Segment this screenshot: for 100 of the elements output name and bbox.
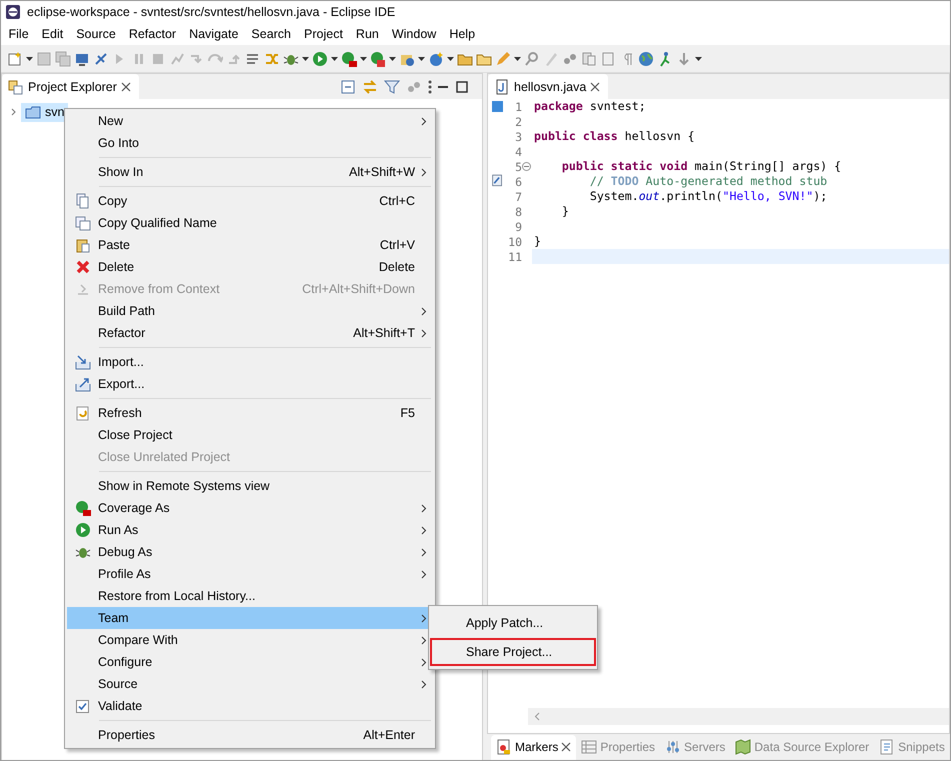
menu-item[interactable]: Run As — [67, 519, 433, 541]
import-icon — [74, 354, 90, 370]
menu-item[interactable]: Coverage As — [67, 497, 433, 519]
close-icon[interactable] — [590, 82, 600, 92]
dropdown-caret-icon[interactable] — [360, 56, 367, 60]
menu-item[interactable]: Close Project — [67, 424, 433, 446]
menu-item[interactable]: Copy Qualified Name — [67, 212, 433, 234]
menu-item[interactable]: Window — [385, 27, 443, 41]
menu-item[interactable]: Build Path — [67, 300, 433, 322]
menu-item[interactable]: Delete Delete — [67, 256, 433, 278]
more-options-icon[interactable] — [428, 80, 432, 94]
table-icon — [581, 739, 598, 755]
copy-icon — [74, 193, 90, 209]
line-number: 3 — [514, 130, 522, 144]
menu-item[interactable]: Debug As — [67, 541, 433, 563]
view-tab[interactable]: Project Explorer — [2, 74, 139, 99]
menu-item[interactable]: Import... — [67, 351, 433, 373]
menu-item[interactable]: Search — [244, 27, 298, 41]
new-class-icon — [428, 50, 444, 66]
coverage-icon — [341, 50, 357, 66]
refresh-icon — [74, 405, 90, 421]
line-number: 1 — [514, 100, 522, 114]
java-file-icon — [494, 78, 510, 94]
dropdown-caret-icon[interactable] — [331, 56, 338, 60]
view-tab[interactable]: Markers — [491, 734, 576, 760]
line-number: 5 — [514, 160, 522, 174]
line-number: 4 — [514, 144, 522, 158]
copy-icon — [74, 215, 90, 231]
menu-item[interactable]: Validate — [67, 695, 433, 717]
minimize-icon[interactable] — [438, 86, 448, 88]
close-icon[interactable] — [561, 742, 572, 752]
line-number: 2 — [514, 114, 522, 128]
line-number: 8 — [514, 204, 522, 218]
code-line: } — [533, 234, 542, 249]
eclipse-logo-icon — [5, 4, 21, 20]
dropdown-caret-icon[interactable] — [302, 56, 309, 60]
menu-item[interactable]: Restore from Local History... — [67, 585, 433, 607]
menu-item[interactable]: Navigate — [182, 27, 245, 41]
clipboard-icon — [74, 237, 90, 253]
close-icon[interactable] — [120, 82, 131, 92]
menu-item[interactable]: Help — [442, 27, 482, 41]
menu-item[interactable]: Refresh F5 — [67, 402, 433, 424]
tree-item[interactable]: svn — [21, 102, 68, 122]
menu-item[interactable]: Paste Ctrl+V — [67, 234, 433, 256]
menu-item[interactable]: Go Into — [67, 132, 433, 154]
code-line: public class hellosvn { — [533, 129, 696, 144]
code-line: public static void main(String[] args) { — [560, 159, 842, 174]
menu-item[interactable]: Profile As — [67, 563, 433, 585]
globe-icon — [638, 50, 654, 66]
window-title: eclipse-workspace - svntest/src/svntest/hellosvn.java - Eclipse IDE — [27, 5, 396, 19]
menu-item[interactable]: New — [67, 110, 433, 132]
menu-item[interactable]: Project — [298, 27, 350, 41]
dropdown-caret-icon[interactable] — [514, 56, 521, 60]
magnifier-icon — [524, 50, 540, 66]
menu-item[interactable]: File — [2, 27, 36, 41]
collapse-icon[interactable] — [522, 162, 531, 171]
line-number: 9 — [514, 220, 522, 234]
project-folder-icon — [25, 104, 41, 120]
menu-item[interactable]: Refactor Alt+Shift+T — [67, 322, 433, 344]
chevron-right-icon[interactable] — [10, 108, 18, 116]
menu-item[interactable]: Properties Alt+Enter — [67, 724, 433, 746]
markers-icon — [496, 739, 512, 755]
menu-item[interactable]: Export... — [67, 373, 433, 395]
line-number: 10 — [507, 234, 522, 248]
menu-item[interactable]: Apply Patch... — [430, 609, 596, 637]
cross-icon — [74, 259, 90, 275]
coverage-icon — [74, 500, 90, 516]
editor-tab[interactable]: hellosvn.java — [488, 74, 608, 99]
dropdown-caret-icon[interactable] — [389, 56, 396, 60]
line-number: 11 — [507, 250, 522, 264]
dropdown-caret-icon[interactable] — [447, 56, 454, 60]
menu-item[interactable]: Edit — [35, 27, 70, 41]
horizontal-scrollbar[interactable] — [528, 708, 949, 725]
document-icon — [600, 50, 616, 66]
menu-item[interactable]: Refactor — [122, 27, 183, 41]
code-line: package svntest; — [533, 99, 647, 114]
new-file-icon — [7, 50, 23, 66]
run-icon — [312, 50, 328, 66]
menu-item[interactable]: Run — [349, 27, 386, 41]
save-icon — [36, 50, 52, 66]
dropdown-caret-icon[interactable] — [695, 56, 702, 60]
code-line: // TODO Auto-generated method stub — [588, 174, 828, 189]
code-line: } — [560, 204, 570, 219]
code-line: System.out.println("Hello, SVN!"); — [588, 189, 828, 204]
menu-item[interactable]: Share Project... — [430, 638, 596, 666]
dropdown-caret-icon[interactable] — [26, 56, 33, 60]
pencil-icon — [495, 50, 511, 66]
collapse-all-icon — [340, 78, 356, 94]
save-all-icon — [55, 50, 71, 66]
link-arrows-icon — [362, 78, 378, 94]
menu-item[interactable]: Show In Alt+Shift+W — [67, 161, 433, 183]
sliders-icon — [665, 739, 682, 755]
maximize-icon — [454, 78, 470, 94]
menu-item[interactable]: Copy Ctrl+C — [67, 190, 433, 212]
menu-item[interactable]: Source — [70, 27, 122, 41]
menu-item[interactable]: Show in Remote Systems view — [67, 475, 433, 497]
line-number: 7 — [514, 190, 522, 204]
dropdown-caret-icon[interactable] — [418, 56, 425, 60]
checkbox-icon[interactable] — [76, 700, 89, 712]
menu-item[interactable]: Source — [67, 673, 433, 695]
